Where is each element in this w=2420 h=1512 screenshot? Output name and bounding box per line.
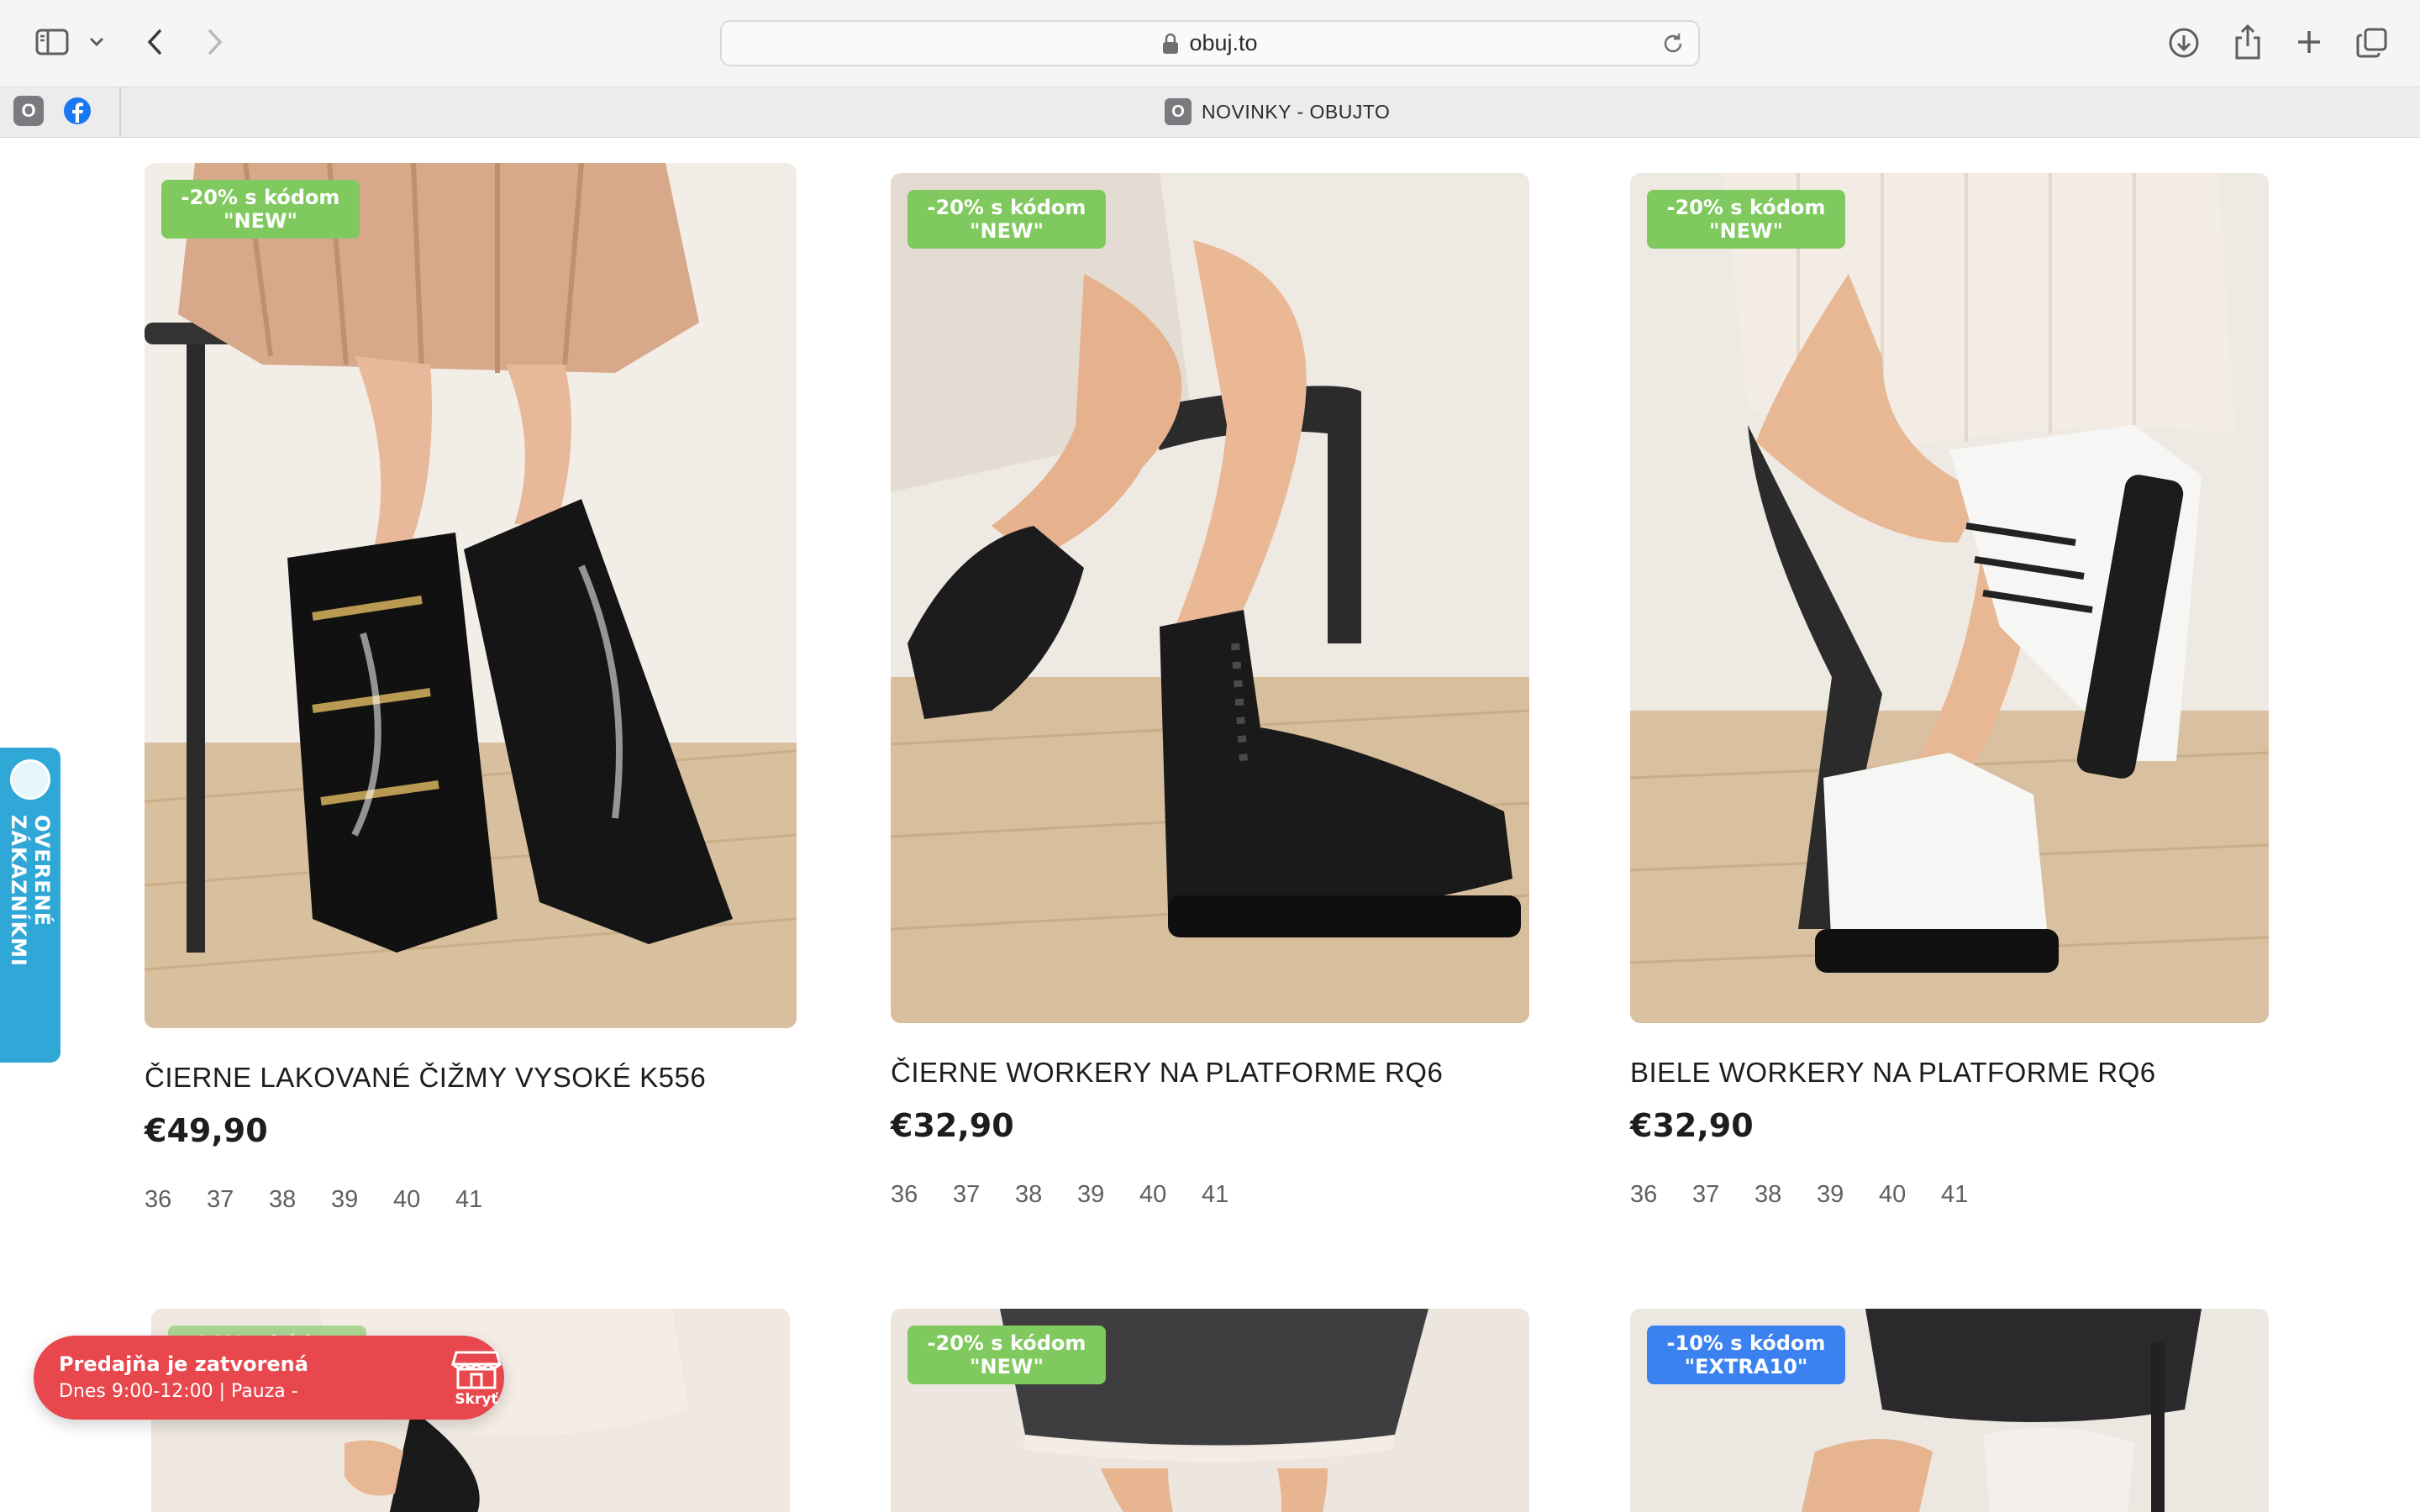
product-card[interactable]: -20% s kódom "NEW" ČIERNE LAKOVANÉ ČIŽMY… (145, 163, 797, 1221)
size-option[interactable]: 41 (455, 1186, 518, 1214)
tab-overview-icon (2356, 28, 2387, 58)
product-card[interactable]: -20% s kódom "NEW" BIELE WORKERY NA PLAT… (1630, 173, 2269, 1215)
tab-favicon: O (1165, 98, 1192, 125)
discount-badge: -20% s kódom "NEW" (1647, 190, 1845, 249)
product-card[interactable]: -20% s kódom "NEW" ČIERNE WORKERY NA PLA… (891, 173, 1529, 1215)
active-tab[interactable]: O NOVINKY - OBUJTO (1165, 98, 1390, 125)
heureka-badge-icon (10, 759, 50, 800)
product-name[interactable]: BIELE WORKERY NA PLATFORME RQ6 (1630, 1057, 2156, 1089)
product-image[interactable] (1630, 173, 2269, 1023)
reload-icon (1664, 34, 1682, 53)
hide-label: Skryť (455, 1391, 498, 1408)
obujto-favicon: O (21, 100, 36, 121)
size-option[interactable]: 36 (1630, 1181, 1692, 1209)
pinned-tabs-divider (119, 87, 121, 138)
product-image[interactable] (145, 163, 797, 1028)
discount-badge: -20% s kódom "NEW" (908, 190, 1106, 249)
product-name[interactable]: ČIERNE WORKERY NA PLATFORME RQ6 (891, 1057, 1443, 1089)
verified-customers-label: OVERENÉ ZÁKAZNÍKMI (7, 815, 54, 967)
tab-overview-button[interactable] (2354, 25, 2390, 60)
size-option[interactable]: 37 (1692, 1181, 1754, 1209)
size-option[interactable]: 37 (953, 1181, 1015, 1209)
facebook-icon (64, 97, 91, 124)
browser-toolbar: obuj.to (0, 0, 2420, 87)
size-option[interactable]: 39 (331, 1186, 393, 1214)
product-name[interactable]: ČIERNE LAKOVANÉ ČIŽMY VYSOKÉ K556 (145, 1062, 706, 1094)
verified-customers-tab[interactable]: OVERENÉ ZÁKAZNÍKMI (0, 748, 60, 1063)
size-list: 36 37 38 39 40 41 (891, 1181, 1264, 1209)
size-list: 36 37 38 39 40 41 (1630, 1181, 2003, 1209)
pinned-tab-obujto[interactable]: O (13, 96, 44, 126)
size-option[interactable]: 40 (1879, 1181, 1941, 1209)
product-price: €49,90 (145, 1112, 268, 1149)
size-option[interactable]: 38 (1015, 1181, 1077, 1209)
hide-button[interactable]: Skryť (447, 1349, 506, 1408)
sidebar-icon (35, 29, 69, 55)
forward-button[interactable] (198, 25, 232, 59)
lock-icon (1163, 33, 1179, 54)
size-option[interactable]: 36 (891, 1181, 953, 1209)
storefront-icon (451, 1351, 502, 1389)
share-button[interactable] (2230, 24, 2265, 60)
size-option[interactable]: 37 (207, 1186, 269, 1214)
back-button[interactable] (138, 25, 171, 59)
product-card[interactable]: -10% s kódom "EXTRA10" (1630, 1309, 2269, 1512)
product-price: €32,90 (891, 1107, 1014, 1144)
size-option[interactable]: 39 (1077, 1181, 1139, 1209)
tab-title: NOVINKY - OBUJTO (1202, 100, 1391, 123)
share-icon (2235, 24, 2260, 60)
size-option[interactable]: 36 (145, 1186, 207, 1214)
product-card[interactable]: -20% s kódom "NEW" (891, 1309, 1529, 1512)
forward-icon (208, 29, 223, 55)
size-option[interactable]: 41 (1202, 1181, 1264, 1209)
size-option[interactable]: 40 (1139, 1181, 1202, 1209)
size-option[interactable]: 41 (1941, 1181, 2003, 1209)
store-status-text: Predajňa je zatvorená (59, 1352, 308, 1376)
discount-badge: -20% s kódom "NEW" (161, 180, 360, 239)
new-tab-button[interactable] (2292, 25, 2326, 59)
size-list: 36 37 38 39 40 41 (145, 1186, 518, 1214)
store-hours-text: Dnes 9:00-12:00 | Pauza - (59, 1381, 298, 1402)
product-price: €32,90 (1630, 1107, 1754, 1144)
product-photo-workers-white (1630, 173, 2269, 1023)
discount-badge: -10% s kódom "EXTRA10" (1647, 1326, 1845, 1384)
pinned-tab-facebook[interactable] (62, 96, 92, 126)
size-option[interactable]: 38 (269, 1186, 331, 1214)
size-option[interactable]: 38 (1754, 1181, 1817, 1209)
reload-button[interactable] (1661, 32, 1685, 59)
sidebar-toggle-button[interactable] (32, 25, 72, 59)
back-icon (147, 29, 161, 55)
new-tab-icon (2298, 31, 2320, 53)
url-text: obuj.to (1189, 30, 1258, 55)
chevron-down-icon (89, 37, 104, 47)
address-bar[interactable]: obuj.to (720, 20, 1700, 66)
product-photo-workers-black (891, 173, 1529, 1023)
size-option[interactable]: 39 (1817, 1181, 1879, 1209)
size-option[interactable]: 40 (393, 1186, 455, 1214)
downloads-button[interactable] (2166, 25, 2202, 60)
download-icon (2169, 28, 2199, 58)
store-status-bubble[interactable]: Predajňa je zatvorená Dnes 9:00-12:00 | … (34, 1336, 504, 1420)
product-image[interactable] (891, 173, 1529, 1023)
product-photo-boots (145, 163, 797, 1028)
discount-badge: -20% s kódom "NEW" (908, 1326, 1106, 1384)
sidebar-menu-button[interactable] (86, 30, 108, 54)
